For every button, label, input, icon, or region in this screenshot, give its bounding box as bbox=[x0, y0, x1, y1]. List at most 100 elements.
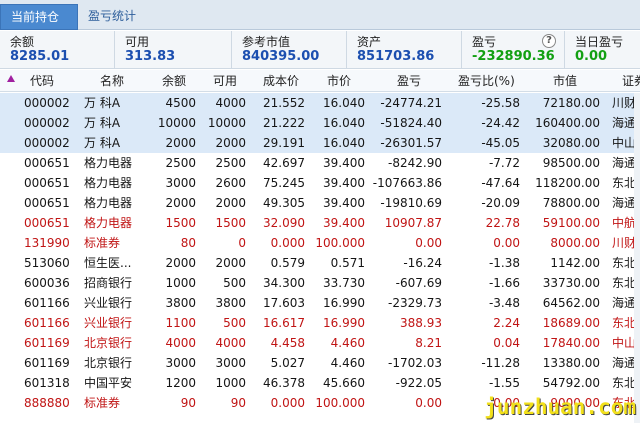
cell-balance: 1100 bbox=[165, 316, 196, 330]
help-icon[interactable]: ? bbox=[542, 34, 556, 48]
cell-pnl: -51824.40 bbox=[380, 116, 442, 130]
cell-name: 万 科A bbox=[84, 116, 121, 130]
cell-balance: 2000 bbox=[165, 196, 196, 210]
cell-market-value: 32080.00 bbox=[542, 136, 600, 150]
col-header-broker[interactable]: 证券 bbox=[622, 70, 640, 92]
cell-price: 16.040 bbox=[323, 116, 365, 130]
cell-code: 601166 bbox=[24, 316, 70, 330]
sort-ascending-icon[interactable] bbox=[7, 75, 15, 82]
tab-pnl-statistics[interactable]: 盈亏统计 bbox=[78, 4, 168, 30]
cell-name: 万 科A bbox=[84, 136, 121, 150]
cell-available: 4000 bbox=[215, 336, 246, 350]
cell-code: 000651 bbox=[24, 156, 70, 170]
table-row[interactable]: 000651 格力电器 1500 1500 32.090 39.400 10907.87 22… bbox=[0, 213, 640, 233]
cell-price: 16.040 bbox=[323, 96, 365, 110]
cell-pnl: -922.05 bbox=[395, 376, 442, 390]
watermark-text: junzhuan.com bbox=[484, 395, 636, 419]
cell-pnl: -19810.69 bbox=[380, 196, 442, 210]
cell-name: 格力电器 bbox=[84, 196, 133, 210]
col-header-balance[interactable]: 余额 bbox=[162, 70, 190, 92]
table-row[interactable]: 601166 兴业银行 3800 3800 17.603 16.990 -2329.73 -3… bbox=[0, 293, 640, 313]
cell-price: 0.571 bbox=[330, 256, 365, 270]
table-row[interactable]: 000002 万 科A 4500 4000 21.552 16.040 -24774.21 -… bbox=[0, 93, 640, 113]
table-row[interactable]: 601169 北京银行 4000 4000 4.458 4.460 8.21 0.04 1784… bbox=[0, 333, 640, 353]
cell-pnl: -107663.86 bbox=[372, 176, 442, 190]
cell-name: 北京银行 bbox=[84, 356, 133, 370]
col-header-price[interactable]: 市价 bbox=[327, 70, 357, 92]
col-header-market-value[interactable]: 市值 bbox=[553, 70, 583, 92]
cell-name: 兴业银行 bbox=[84, 296, 133, 310]
cell-pnl-ratio: -47.64 bbox=[481, 176, 520, 190]
table-row[interactable]: 000651 格力电器 3000 2600 75.245 39.400 -107663.86… bbox=[0, 173, 640, 193]
cell-name: 格力电器 bbox=[84, 216, 133, 230]
cell-price: 16.040 bbox=[323, 136, 365, 150]
table-row[interactable]: 513060 恒生医... 2000 2000 0.579 0.571 -16.24 -1.3… bbox=[0, 253, 640, 273]
summary-market-value: 参考市值 840395.00 bbox=[232, 31, 347, 69]
tab-bar: 当前持仓 盈亏统计 bbox=[0, 0, 640, 30]
table-row[interactable]: 601166 兴业银行 1100 500 16.617 16.990 388.93 2.24 1… bbox=[0, 313, 640, 333]
cell-market-value: 118200.00 bbox=[535, 176, 600, 190]
cell-price: 39.400 bbox=[323, 196, 365, 210]
cell-balance: 80 bbox=[180, 236, 196, 250]
cell-cost: 32.090 bbox=[263, 216, 305, 230]
table-row[interactable]: 000651 格力电器 2000 2000 49.305 39.400 -19810.69 -… bbox=[0, 193, 640, 213]
cell-pnl-ratio: -7.72 bbox=[488, 156, 520, 170]
table-row[interactable]: 000002 万 科A 2000 2000 29.191 16.040 -26301.57 -… bbox=[0, 133, 640, 153]
cell-available: 500 bbox=[223, 316, 246, 330]
cell-code: 513060 bbox=[24, 256, 70, 270]
table-row[interactable]: 131990 标准券 80 0 0.000 100.000 0.00 0.00 8000.00 川… bbox=[0, 233, 640, 253]
cell-available: 3800 bbox=[215, 296, 246, 310]
cell-price: 33.730 bbox=[323, 276, 365, 290]
col-header-pnl[interactable]: 盈亏 bbox=[397, 70, 427, 92]
table-row[interactable]: 600036 招商银行 1000 500 34.300 33.730 -607.69 -1.6… bbox=[0, 273, 640, 293]
cell-price: 100.000 bbox=[315, 236, 365, 250]
balance-value: 8285.01 bbox=[10, 49, 70, 64]
col-header-cost[interactable]: 成本价 bbox=[263, 70, 307, 92]
vertical-scrollbar[interactable] bbox=[634, 93, 640, 423]
cell-pnl: -16.24 bbox=[403, 256, 442, 270]
assets-value: 851703.86 bbox=[357, 49, 435, 64]
cell-balance: 2000 bbox=[165, 256, 196, 270]
cell-cost: 5.027 bbox=[270, 356, 305, 370]
cell-cost: 4.458 bbox=[270, 336, 305, 350]
col-header-available[interactable]: 可用 bbox=[213, 70, 241, 92]
cell-pnl: -1702.03 bbox=[388, 356, 442, 370]
table-row[interactable]: 601318 中国平安 1200 1000 46.378 45.660 -922.05 -1.… bbox=[0, 373, 640, 393]
cell-pnl: 0.00 bbox=[415, 236, 442, 250]
summary-available: 可用 313.83 bbox=[115, 31, 232, 69]
cell-balance: 1000 bbox=[165, 276, 196, 290]
cell-balance: 4500 bbox=[165, 96, 196, 110]
cell-pnl-ratio: -24.42 bbox=[481, 116, 520, 130]
cell-balance: 3000 bbox=[165, 356, 196, 370]
table-row[interactable]: 601169 北京银行 3000 3000 5.027 4.460 -1702.03 -11.… bbox=[0, 353, 640, 373]
cell-code: 601318 bbox=[24, 376, 70, 390]
market-value-value: 840395.00 bbox=[242, 49, 320, 64]
table-row[interactable]: 000651 格力电器 2500 2500 42.697 39.400 -8242.90 -7… bbox=[0, 153, 640, 173]
cell-pnl: 388.93 bbox=[400, 316, 442, 330]
cell-market-value: 98500.00 bbox=[542, 156, 600, 170]
cell-code: 000651 bbox=[24, 196, 70, 210]
available-label: 可用 bbox=[125, 35, 150, 49]
cell-cost: 75.245 bbox=[263, 176, 305, 190]
cell-name: 北京银行 bbox=[84, 336, 133, 350]
col-header-code[interactable]: 代码 bbox=[30, 70, 70, 92]
cell-available: 0 bbox=[238, 236, 246, 250]
tab-current-holdings[interactable]: 当前持仓 bbox=[0, 4, 78, 30]
cell-cost: 0.579 bbox=[270, 256, 305, 270]
cell-available: 2600 bbox=[215, 176, 246, 190]
today-pnl-value: 0.00 bbox=[575, 49, 608, 64]
cell-code: 600036 bbox=[24, 276, 70, 290]
col-header-name[interactable]: 名称 bbox=[100, 70, 140, 92]
cell-price: 16.990 bbox=[323, 316, 365, 330]
cell-pnl-ratio: -20.09 bbox=[481, 196, 520, 210]
cell-cost: 34.300 bbox=[263, 276, 305, 290]
cell-available: 90 bbox=[230, 396, 246, 410]
cell-pnl: 8.21 bbox=[415, 336, 442, 350]
cell-pnl-ratio: -1.66 bbox=[488, 276, 520, 290]
cell-name: 招商银行 bbox=[84, 276, 133, 290]
col-header-pnl-ratio[interactable]: 盈亏比(%) bbox=[458, 70, 518, 92]
cell-pnl-ratio: 2.24 bbox=[493, 316, 520, 330]
cell-cost: 42.697 bbox=[263, 156, 305, 170]
cell-code: 888880 bbox=[24, 396, 70, 410]
table-row[interactable]: 000002 万 科A 10000 10000 21.222 16.040 -51824.4… bbox=[0, 113, 640, 133]
